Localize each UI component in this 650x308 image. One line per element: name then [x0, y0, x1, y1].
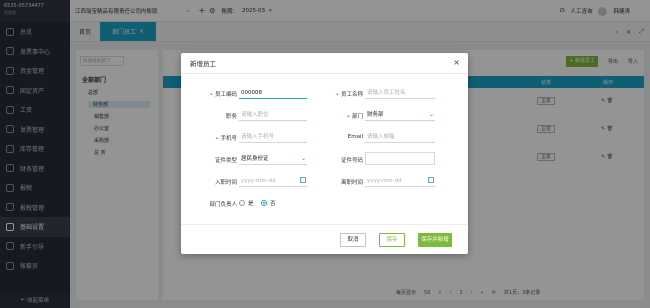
- radio-yes[interactable]: 是: [239, 199, 254, 207]
- required-mark: •: [215, 136, 219, 142]
- id-number-input[interactable]: [365, 152, 435, 165]
- email-label: Email: [347, 134, 363, 140]
- code-label: • 员工编码: [187, 90, 237, 98]
- add-staff-dialog: 新增员工 × • 员工编码 000008 • 员工名称 请输入员工姓名 职务 请输入…: [181, 53, 468, 254]
- calendar-icon: [428, 177, 434, 183]
- leave-date-placeholder: yyyy-mm-dd: [367, 178, 402, 184]
- radio-yes-label: 是: [248, 201, 254, 207]
- dept-label-text: 部门: [351, 114, 363, 120]
- calendar-icon: [300, 177, 306, 183]
- department-value: 财务部: [367, 112, 384, 118]
- name-label: • 员工名称: [313, 90, 363, 98]
- code-input[interactable]: 000008: [239, 87, 307, 99]
- dialog-footer: 取消 保存 保存并新增: [181, 224, 468, 254]
- leave-label: 离职时间: [340, 180, 363, 186]
- save-and-new-button[interactable]: 保存并新增: [418, 233, 452, 247]
- name-input[interactable]: 请输入员工姓名: [365, 87, 435, 99]
- position-label: 职务: [225, 114, 237, 120]
- chevron-down-icon: ⌄: [428, 111, 434, 118]
- chevron-down-icon: ⌄: [300, 155, 306, 162]
- dialog-header: 新增员工 ×: [181, 53, 468, 74]
- email-input[interactable]: 请输入邮箱: [365, 131, 435, 143]
- required-mark: •: [346, 114, 350, 120]
- cancel-button[interactable]: 取消: [340, 233, 366, 247]
- radio-circle-selected: [261, 200, 267, 206]
- radio-no-label: 否: [270, 201, 276, 207]
- hire-date-placeholder: yyyy-mm-dd: [241, 178, 276, 184]
- hire-label: 入职时间: [214, 180, 237, 186]
- id-type-select[interactable]: 居民身份证 ⌄: [239, 153, 307, 165]
- name-label-text: 员工名称: [340, 92, 363, 98]
- radio-no[interactable]: 否: [261, 199, 276, 207]
- hire-date-input[interactable]: yyyy-mm-dd: [239, 175, 307, 187]
- save-button[interactable]: 保存: [379, 233, 405, 247]
- idtype-label: 证件类型: [214, 158, 237, 164]
- head-label: 部门负责人: [209, 202, 237, 208]
- idno-label: 证件号码: [340, 158, 363, 164]
- required-mark: •: [209, 92, 213, 98]
- phone-label-text: 手机号: [220, 136, 237, 142]
- radio-circle: [239, 200, 245, 206]
- required-mark: •: [335, 92, 339, 98]
- phone-label: • 手机号: [187, 134, 237, 142]
- dept-label: • 部门: [313, 112, 363, 120]
- dialog-title: 新增员工: [190, 60, 216, 68]
- id-type-value: 居民身份证: [241, 156, 269, 162]
- position-input[interactable]: 请输入职位: [239, 109, 307, 121]
- leave-date-input[interactable]: yyyy-mm-dd: [365, 175, 435, 187]
- app: 6535-05734477 智能版 总览 发票事中心 资金管理 固定资产 工资 …: [0, 0, 650, 308]
- phone-input[interactable]: 请输入手机号: [239, 131, 307, 143]
- code-label-text: 员工编码: [214, 92, 237, 98]
- department-select[interactable]: 财务部 ⌄: [365, 109, 435, 121]
- close-icon[interactable]: ×: [453, 58, 460, 67]
